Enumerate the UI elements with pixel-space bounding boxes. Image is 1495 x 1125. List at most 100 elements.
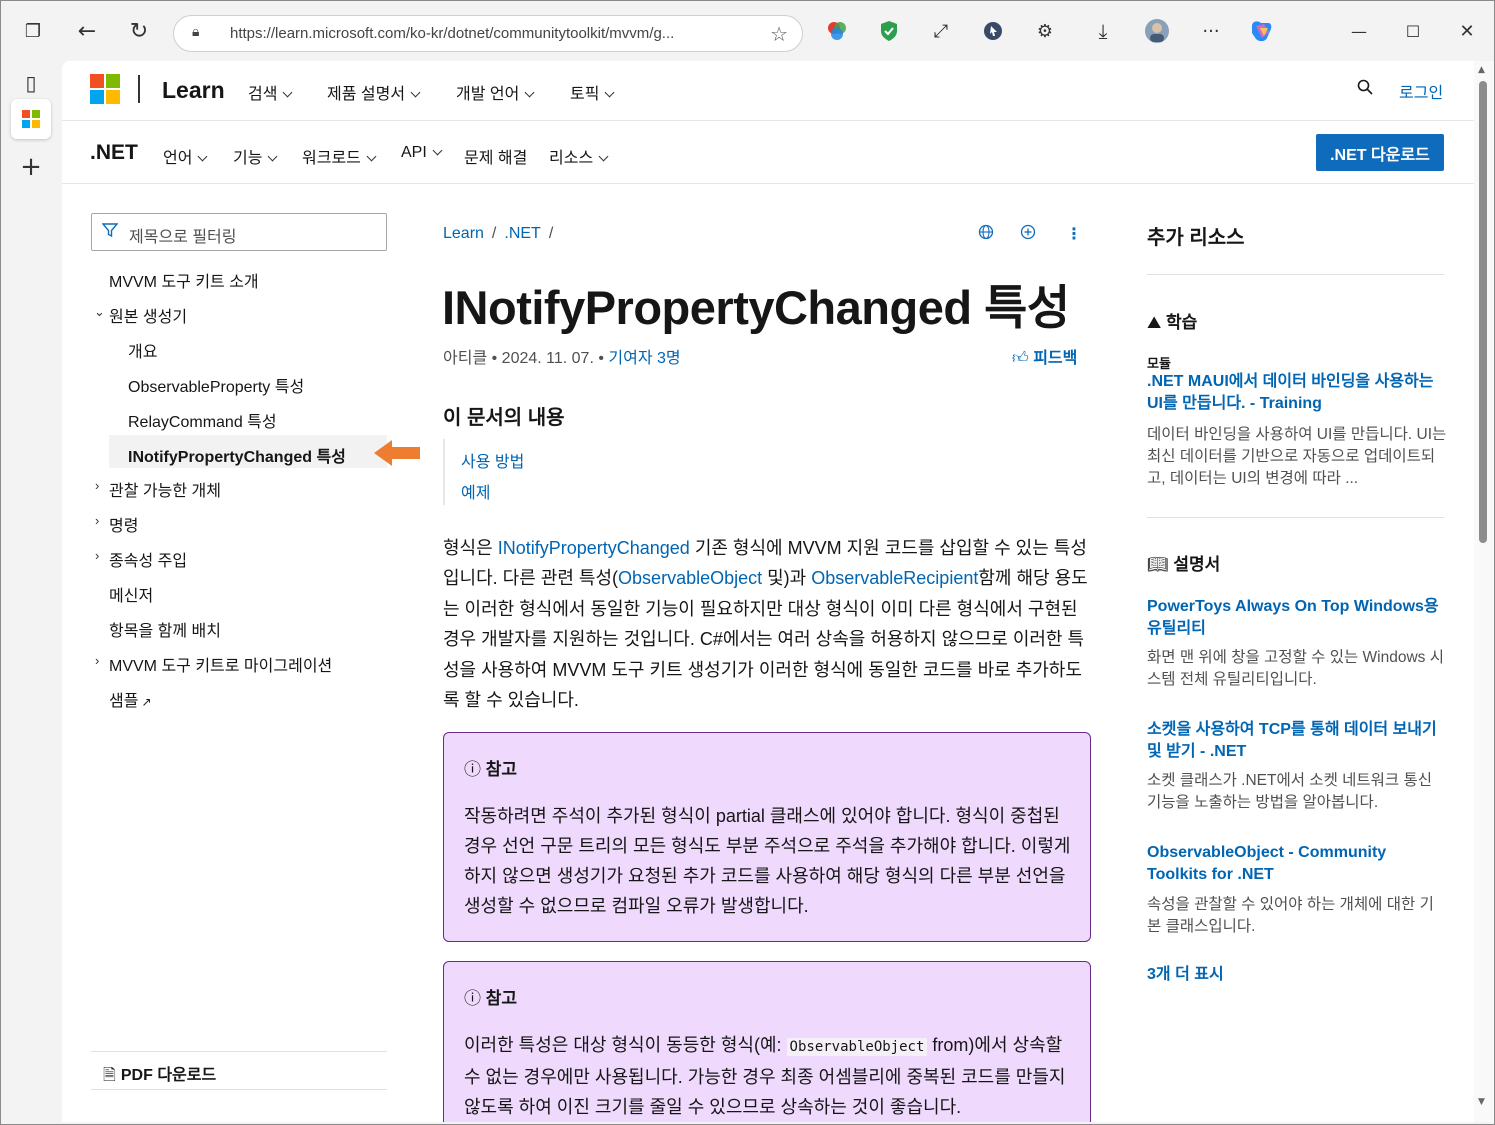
resources-divider [1147,517,1444,518]
new-tab-icon[interactable]: + [11,147,51,187]
browser-toolbar: ❐ ← ↻ 🔒︎ https://learn.microsoft.com/ko-… [1,1,1494,61]
shield-extension-icon[interactable] [875,17,903,45]
nav-search[interactable]: 검색 [248,80,293,104]
toc-item[interactable]: 명령 [109,512,138,536]
chevron-down-icon[interactable]: ⌄ [94,304,105,320]
subnav-languages[interactable]: 언어 [163,144,208,168]
nav-dev-languages[interactable]: 개발 언어 [456,80,535,104]
minimize-icon[interactable]: — [1345,17,1373,45]
module-link[interactable]: .NET MAUI에서 데이터 바인딩을 사용하는 UI를 만듭니다. - Tr… [1147,371,1447,415]
toc-item-active[interactable]: INotifyPropertyChanged 특성 [128,443,346,467]
address-bar[interactable]: 🔒︎ https://learn.microsoft.com/ko-kr/dot… [173,15,803,52]
breadcrumb: Learn / .NET / [443,225,554,242]
add-collection-icon[interactable] [1020,224,1036,245]
chevron-down-icon [432,145,443,156]
chevron-right-icon[interactable]: › [95,478,99,493]
breadcrumb-net[interactable]: .NET [504,225,540,242]
product-title[interactable]: .NET [90,141,138,165]
learn-brand-link[interactable]: Learn [162,77,225,104]
chevron-right-icon[interactable]: › [95,548,99,563]
observableobject-link[interactable]: ObservableObject [618,568,762,588]
profile-avatar[interactable] [1143,17,1171,45]
inotifypropertychanged-link[interactable]: INotifyPropertyChanged [498,538,690,558]
scroll-up-icon[interactable]: ▲ [1478,65,1485,75]
docs-section-heading: 📖︎ 설명서 [1147,555,1221,574]
doc-link-observableobject[interactable]: ObservableObject - Community Toolkits fo… [1147,842,1447,886]
chevron-down-icon [524,87,535,98]
nav-topics[interactable]: 토픽 [570,80,615,104]
feedback-button[interactable]: 👍︎ 피드백 [1012,344,1077,368]
workspaces-icon[interactable]: ❐ [19,17,47,45]
more-options-icon[interactable]: ⋮ [1066,224,1082,244]
contributors-link[interactable]: 기여자 3명 [608,350,680,367]
favorite-star-icon[interactable]: ☆ [770,22,788,46]
toc-item[interactable]: 메신저 [109,582,153,606]
in-this-article-rule [443,439,445,505]
toc-item[interactable]: MVVM 도구 키트로 마이그레이션 [109,652,332,676]
subnav-resources[interactable]: 리소스 [549,144,609,168]
page-title: INotifyPropertyChanged 특성 [442,281,1070,334]
in-this-article-heading: 이 문서의 내용 [443,407,565,429]
doc-link-powertoys[interactable]: PowerToys Always On Top Windows용 유틸리티 [1147,596,1447,640]
chevron-right-icon[interactable]: › [95,513,99,528]
active-tab-favicon[interactable] [11,99,51,139]
sidebar-toggle-icon[interactable]: ▯ [11,63,51,103]
downloads-icon[interactable]: ⤓ [1089,17,1117,45]
show-more-link[interactable]: 3개 더 표시 [1147,964,1447,986]
filter-placeholder: 제목으로 필터링 [129,229,237,246]
observablerecipient-link[interactable]: ObservableRecipient [811,568,978,588]
subnav-features[interactable]: 기능 [233,144,278,168]
subnav-workloads[interactable]: 워크로드 [302,144,377,168]
browser-window: ❐ ← ↻ 🔒︎ https://learn.microsoft.com/ko-… [0,0,1495,1125]
toc-item[interactable]: RelayCommand 특성 [128,408,277,432]
extensions-puzzle-icon[interactable]: ⚙ [1031,17,1059,45]
scroll-down-icon[interactable]: ▼ [1478,1097,1485,1107]
in-this-link-example[interactable]: 예제 [461,479,490,503]
maximize-icon[interactable]: ☐ [1399,17,1427,45]
toc-item[interactable]: 항목을 함께 배치 [109,617,221,641]
net-download-button[interactable]: .NET 다운로드 [1316,134,1444,171]
module-description: 데이터 바인딩을 사용하여 UI를 만듭니다. UI는 최신 데이터를 기반으로… [1147,426,1447,487]
language-globe-icon[interactable] [978,224,994,245]
additional-resources-heading: 추가 리소스 [1147,227,1245,249]
scrollbar-thumb[interactable] [1479,81,1487,543]
doc-link-sockets[interactable]: 소켓을 사용하여 TCP를 통해 데이터 보내기 및 받기 - .NET [1147,719,1447,763]
more-menu-icon[interactable]: ··· [1197,17,1225,45]
color-extension-icon[interactable] [823,17,851,45]
subnav-troubleshooting[interactable]: 문제 해결 [464,144,527,168]
toc-item[interactable]: MVVM 도구 키트 소개 [109,268,259,292]
login-link[interactable]: 로그인 [1399,79,1443,103]
microsoft-logo[interactable] [90,74,121,105]
chevron-right-icon[interactable]: › [95,653,99,668]
refresh-icon[interactable]: ↻ [125,17,153,45]
breadcrumb-learn[interactable]: Learn [443,225,484,242]
resources-divider [1147,274,1444,275]
doc-desc-observableobject: 속성을 관찰할 수 있어야 하는 개체에 대한 기본 클래스입니다. [1147,896,1434,935]
in-this-link-usage[interactable]: 사용 방법 [461,448,524,472]
chevron-down-icon [598,151,609,162]
expand-icon[interactable]: ⤢ [927,17,955,45]
book-icon: 📖︎ [1147,555,1169,574]
toc-filter-input[interactable]: 제목으로 필터링 [91,213,387,251]
page-scrollbar[interactable]: ▲ ▼ [1474,61,1494,1122]
chevron-down-icon [366,151,377,162]
toc-item[interactable]: ObservableProperty 특성 [128,373,304,397]
nav-product-docs[interactable]: 제품 설명서 [327,80,421,104]
toc-item-samples[interactable]: 샘플 ↗ [109,687,152,711]
note-box-2: ⓘ 참고 이러한 특성은 대상 형식이 동등한 형식(예: Observable… [443,961,1091,1122]
toc-item[interactable]: 개요 [128,338,157,362]
pdf-download-link[interactable]: 🗎︎ PDF 다운로드 [103,1061,216,1091]
back-icon[interactable]: ← [73,17,101,45]
copilot-icon[interactable] [1247,17,1275,45]
cursor-extension-icon[interactable] [979,17,1007,45]
subnav-api[interactable]: API [401,144,443,162]
toc-item[interactable]: 종속성 주입 [109,547,187,571]
toc-item[interactable]: 관찰 가능한 개체 [109,477,221,501]
learn-section-heading: ⛰︎ 학습 [1147,313,1198,332]
meta-date: 2024. 11. 07. [501,350,594,367]
filter-icon [101,222,119,243]
orange-pointer-arrow [374,440,420,466]
toc-item[interactable]: 원본 생성기 [109,303,187,327]
search-icon[interactable] [1357,79,1373,100]
close-icon[interactable]: ✕ [1453,17,1481,45]
